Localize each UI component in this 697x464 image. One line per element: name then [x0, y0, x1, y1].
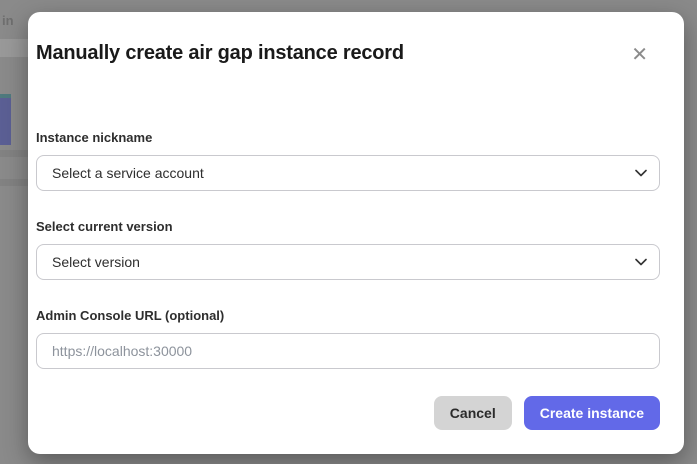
modal-title: Manually create air gap instance record	[36, 42, 404, 65]
cancel-button[interactable]: Cancel	[434, 396, 512, 430]
modal-footer: Cancel Create instance	[36, 396, 660, 430]
modal-header: Manually create air gap instance record …	[36, 42, 660, 67]
current-version-select[interactable]: Select version	[36, 244, 660, 280]
background-row-divider	[0, 150, 28, 157]
background-row-divider	[0, 179, 28, 186]
create-instance-button[interactable]: Create instance	[524, 396, 660, 430]
instance-nickname-label: Instance nickname	[36, 130, 660, 145]
background-dimmed-band	[0, 39, 30, 57]
background-purple-strip	[0, 98, 11, 145]
background-clipped-text: in	[2, 13, 14, 28]
admin-console-url-group: Admin Console URL (optional)	[36, 308, 660, 369]
modal-form: Instance nickname Select a service accou…	[36, 130, 660, 369]
current-version-select-wrap: Select version	[36, 244, 660, 280]
admin-console-url-input-wrap	[36, 333, 660, 369]
instance-nickname-group: Instance nickname Select a service accou…	[36, 130, 660, 191]
instance-nickname-select-wrap: Select a service account	[36, 155, 660, 191]
close-button[interactable]: ✕	[629, 43, 650, 67]
current-version-label: Select current version	[36, 219, 660, 234]
close-icon: ✕	[631, 44, 648, 66]
current-version-group: Select current version Select version	[36, 219, 660, 280]
admin-console-url-label: Admin Console URL (optional)	[36, 308, 660, 323]
instance-nickname-select[interactable]: Select a service account	[36, 155, 660, 191]
admin-console-url-input[interactable]	[36, 333, 660, 369]
create-airgap-instance-modal: Manually create air gap instance record …	[28, 12, 684, 454]
